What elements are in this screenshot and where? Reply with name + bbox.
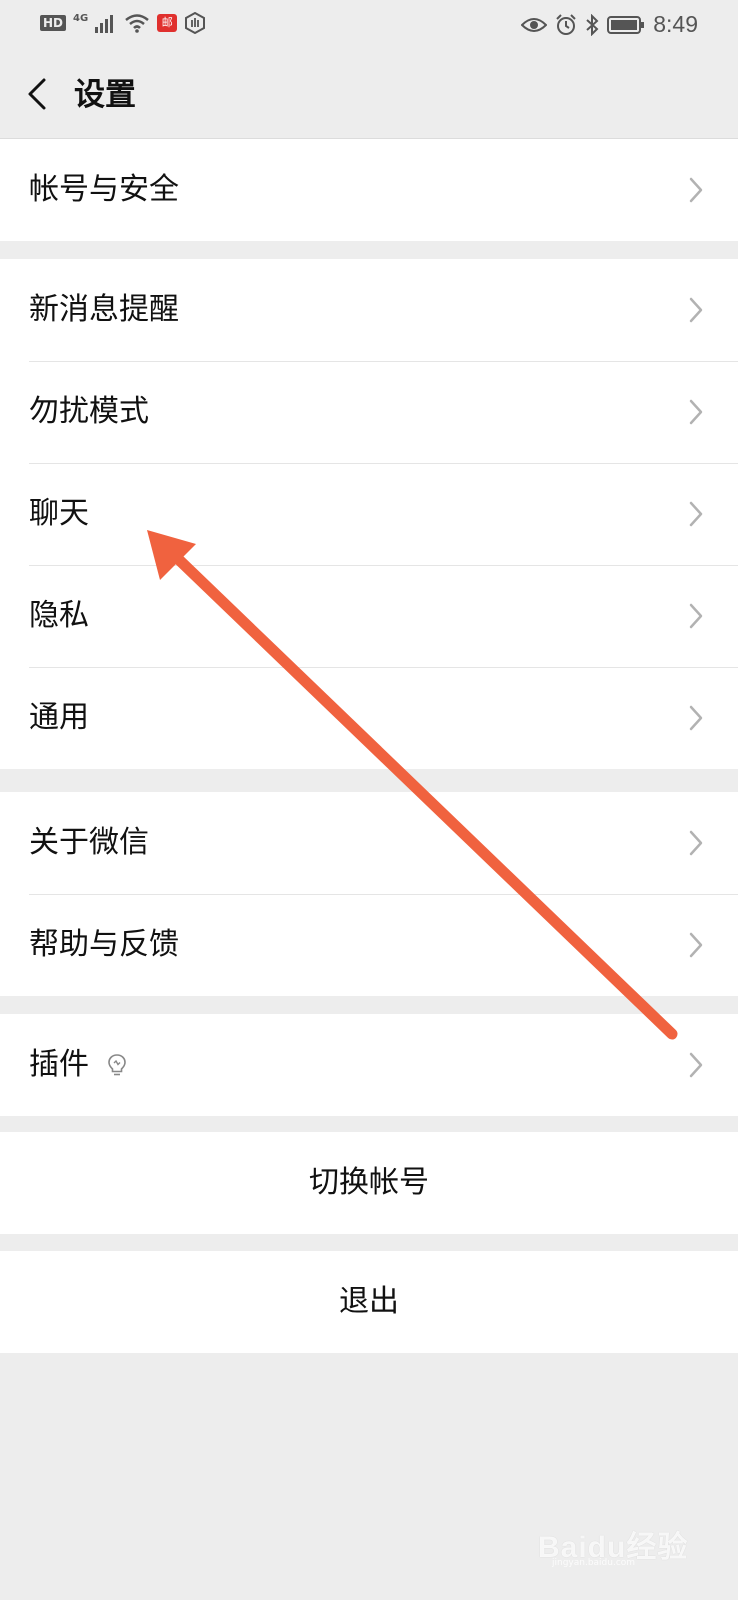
- bluetooth-icon: [586, 13, 599, 36]
- settings-item-label: 新消息提醒: [29, 292, 179, 327]
- settings-item-plugins[interactable]: 插件: [0, 1014, 738, 1116]
- settings-item-label: 勿扰模式: [29, 394, 149, 429]
- baidu-watermark: Baidu经验 jingyan.baidu.com: [538, 1514, 698, 1570]
- settings-group-about: 关于微信 帮助与反馈: [0, 792, 738, 996]
- settings-item-help-feedback[interactable]: 帮助与反馈: [0, 894, 738, 996]
- back-icon[interactable]: [22, 74, 56, 114]
- chevron-right-icon: [689, 177, 703, 203]
- logout-section: 退出: [0, 1251, 738, 1353]
- settings-item-label: 通用: [29, 700, 89, 735]
- settings-group-main: 新消息提醒 勿扰模式 聊天 隐私 通用: [0, 259, 738, 769]
- page-title: 设置: [74, 77, 136, 113]
- chevron-right-icon: [689, 1052, 703, 1078]
- switch-account-section: 切换帐号: [0, 1132, 738, 1234]
- mail-notification-icon: 邮: [157, 14, 178, 32]
- shield-hand-icon: [185, 12, 206, 34]
- settings-item-label: 插件: [29, 1047, 89, 1082]
- settings-item-account-security[interactable]: 帐号与安全: [0, 139, 738, 241]
- chevron-right-icon: [689, 830, 703, 856]
- status-bar: HD 4G 邮 8:49: [0, 0, 738, 50]
- alarm-icon: [556, 13, 576, 35]
- settings-item-about-wechat[interactable]: 关于微信: [0, 792, 738, 894]
- watermark-url: jingyan.baidu.com: [552, 1558, 636, 1568]
- header: 设置: [0, 50, 738, 139]
- switch-account-label: 切换帐号: [309, 1165, 429, 1200]
- logout-label: 退出: [339, 1284, 399, 1319]
- settings-item-general[interactable]: 通用: [0, 667, 738, 769]
- status-right: 8:49: [521, 11, 698, 38]
- settings-item-do-not-disturb[interactable]: 勿扰模式: [0, 361, 738, 463]
- settings-item-notifications[interactable]: 新消息提醒: [0, 259, 738, 361]
- settings-item-label: 聊天: [29, 496, 89, 531]
- settings-item-label: 帐号与安全: [29, 172, 179, 207]
- signal-icon: [95, 15, 114, 33]
- switch-account-button[interactable]: 切换帐号: [0, 1132, 738, 1234]
- hd-badge: HD: [40, 15, 67, 31]
- eye-icon: [521, 17, 548, 32]
- settings-item-label: 帮助与反馈: [29, 927, 179, 962]
- settings-group-account: 帐号与安全: [0, 139, 738, 241]
- lightbulb-icon: [108, 1054, 126, 1076]
- settings-item-label: 关于微信: [29, 825, 149, 860]
- network-type: 4G: [73, 12, 89, 24]
- logout-button[interactable]: 退出: [0, 1251, 738, 1353]
- status-left: HD 4G 邮: [40, 12, 206, 34]
- battery-icon: [607, 15, 645, 34]
- chevron-right-icon: [689, 603, 703, 629]
- settings-item-privacy[interactable]: 隐私: [0, 565, 738, 667]
- chevron-right-icon: [689, 501, 703, 527]
- chevron-right-icon: [689, 399, 703, 425]
- settings-group-plugins: 插件: [0, 1014, 738, 1116]
- chevron-right-icon: [689, 297, 703, 323]
- wifi-icon: [125, 14, 149, 33]
- chevron-right-icon: [689, 932, 703, 958]
- chevron-right-icon: [689, 705, 703, 731]
- settings-item-label: 隐私: [29, 598, 89, 633]
- settings-item-chat[interactable]: 聊天: [0, 463, 738, 565]
- clock: 8:49: [653, 11, 698, 37]
